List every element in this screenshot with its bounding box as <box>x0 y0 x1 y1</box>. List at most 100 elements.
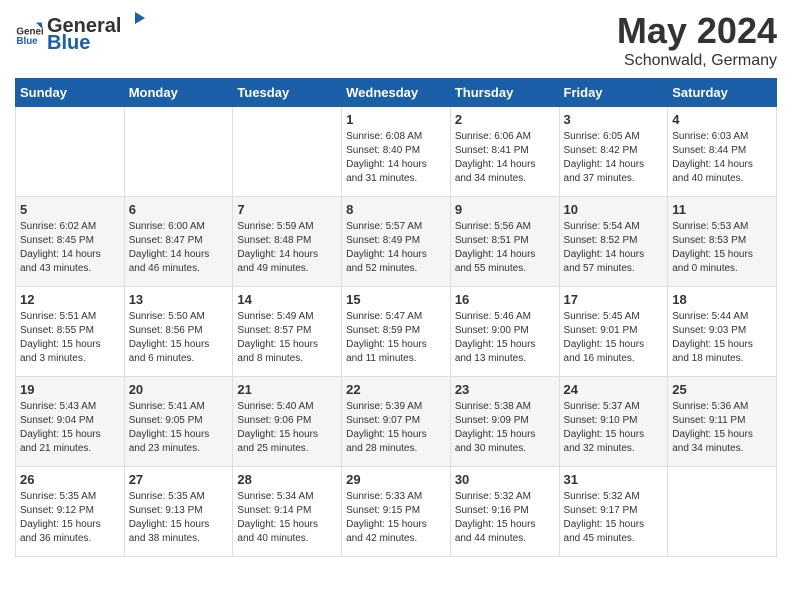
day-info: Sunrise: 5:32 AM Sunset: 9:17 PM Dayligh… <box>564 490 664 546</box>
day-number: 4 <box>672 112 772 127</box>
day-info: Sunrise: 5:32 AM Sunset: 9:16 PM Dayligh… <box>455 490 555 546</box>
calendar-cell: 28Sunrise: 5:34 AM Sunset: 9:14 PM Dayli… <box>233 467 342 557</box>
header-friday: Friday <box>559 79 668 107</box>
day-number: 15 <box>346 292 446 307</box>
day-info: Sunrise: 5:40 AM Sunset: 9:06 PM Dayligh… <box>237 400 337 456</box>
title-section: May 2024 Schonwald, Germany <box>617 10 777 70</box>
logo-icon: General Blue <box>15 19 43 47</box>
day-number: 16 <box>455 292 555 307</box>
calendar-cell: 2Sunrise: 6:06 AM Sunset: 8:41 PM Daylig… <box>450 107 559 197</box>
day-info: Sunrise: 6:00 AM Sunset: 8:47 PM Dayligh… <box>129 220 229 276</box>
day-number: 22 <box>346 382 446 397</box>
calendar-cell: 12Sunrise: 5:51 AM Sunset: 8:55 PM Dayli… <box>16 287 125 377</box>
day-info: Sunrise: 6:05 AM Sunset: 8:42 PM Dayligh… <box>564 130 664 186</box>
month-title: May 2024 <box>617 10 777 52</box>
calendar-header-row: SundayMondayTuesdayWednesdayThursdayFrid… <box>16 79 777 107</box>
day-number: 26 <box>20 472 120 487</box>
logo: General Blue General Blue <box>15 10 145 55</box>
page-header: General Blue General Blue May 2024 Schon… <box>15 10 777 70</box>
calendar-cell <box>124 107 233 197</box>
calendar-cell <box>16 107 125 197</box>
header-wednesday: Wednesday <box>342 79 451 107</box>
day-info: Sunrise: 5:46 AM Sunset: 9:00 PM Dayligh… <box>455 310 555 366</box>
day-number: 17 <box>564 292 664 307</box>
day-info: Sunrise: 5:57 AM Sunset: 8:49 PM Dayligh… <box>346 220 446 276</box>
calendar-cell <box>233 107 342 197</box>
calendar-cell: 29 Sunrise: 5:33 AM Sunset: 9:15 PM Dayli… <box>342 467 451 557</box>
day-number: 13 <box>129 292 229 307</box>
calendar-cell: 30 Sunrise: 5:32 AM Sunset: 9:16 PM Dayli… <box>450 467 559 557</box>
day-info: Sunrise: 6:02 AM Sunset: 8:45 PM Dayligh… <box>20 220 120 276</box>
calendar-cell: 3 Sunrise: 6:05 AM Sunset: 8:42 PM Daylig… <box>559 107 668 197</box>
calendar-cell: 14Sunrise: 5:49 AM Sunset: 8:57 PM Dayli… <box>233 287 342 377</box>
day-number: 1 <box>346 112 446 127</box>
calendar-table: SundayMondayTuesdayWednesdayThursdayFrid… <box>15 78 777 557</box>
calendar-cell: 11Sunrise: 5:53 AM Sunset: 8:53 PM Dayli… <box>668 197 777 287</box>
day-info: Sunrise: 5:43 AM Sunset: 9:04 PM Dayligh… <box>20 400 120 456</box>
day-info: Sunrise: 5:51 AM Sunset: 8:55 PM Dayligh… <box>20 310 120 366</box>
day-number: 2 <box>455 112 555 127</box>
calendar-cell: 7Sunrise: 5:59 AM Sunset: 8:48 PM Daylig… <box>233 197 342 287</box>
day-number: 20 <box>129 382 229 397</box>
day-number: 9 <box>455 202 555 217</box>
calendar-cell: 13 Sunrise: 5:50 AM Sunset: 8:56 PM Dayli… <box>124 287 233 377</box>
week-row-2: 5Sunrise: 6:02 AM Sunset: 8:45 PM Daylig… <box>16 197 777 287</box>
day-number: 23 <box>455 382 555 397</box>
day-number: 8 <box>346 202 446 217</box>
day-info: Sunrise: 5:45 AM Sunset: 9:01 PM Dayligh… <box>564 310 664 366</box>
calendar-cell: 9 Sunrise: 5:56 AM Sunset: 8:51 PM Daylig… <box>450 197 559 287</box>
day-number: 11 <box>672 202 772 217</box>
day-info: Sunrise: 5:54 AM Sunset: 8:52 PM Dayligh… <box>564 220 664 276</box>
day-number: 14 <box>237 292 337 307</box>
day-number: 29 <box>346 472 446 487</box>
day-info: Sunrise: 5:39 AM Sunset: 9:07 PM Dayligh… <box>346 400 446 456</box>
calendar-cell: 24Sunrise: 5:37 AM Sunset: 9:10 PM Dayli… <box>559 377 668 467</box>
calendar-cell: 16 Sunrise: 5:46 AM Sunset: 9:00 PM Dayli… <box>450 287 559 377</box>
day-info: Sunrise: 5:38 AM Sunset: 9:09 PM Dayligh… <box>455 400 555 456</box>
calendar-cell: 6 Sunrise: 6:00 AM Sunset: 8:47 PM Daylig… <box>124 197 233 287</box>
calendar-cell: 4 Sunrise: 6:03 AM Sunset: 8:44 PM Daylig… <box>668 107 777 197</box>
day-info: Sunrise: 5:56 AM Sunset: 8:51 PM Dayligh… <box>455 220 555 276</box>
calendar-cell: 10 Sunrise: 5:54 AM Sunset: 8:52 PM Dayli… <box>559 197 668 287</box>
day-info: Sunrise: 5:44 AM Sunset: 9:03 PM Dayligh… <box>672 310 772 366</box>
day-info: Sunrise: 6:08 AM Sunset: 8:40 PM Dayligh… <box>346 130 446 186</box>
day-info: Sunrise: 5:50 AM Sunset: 8:56 PM Dayligh… <box>129 310 229 366</box>
day-number: 25 <box>672 382 772 397</box>
day-number: 10 <box>564 202 664 217</box>
day-number: 3 <box>564 112 664 127</box>
calendar-cell: 19 Sunrise: 5:43 AM Sunset: 9:04 PM Dayli… <box>16 377 125 467</box>
day-info: Sunrise: 5:37 AM Sunset: 9:10 PM Dayligh… <box>564 400 664 456</box>
calendar-cell: 31 Sunrise: 5:32 AM Sunset: 9:17 PM Dayli… <box>559 467 668 557</box>
day-number: 7 <box>237 202 337 217</box>
calendar-cell: 25 Sunrise: 5:36 AM Sunset: 9:11 PM Dayli… <box>668 377 777 467</box>
day-info: Sunrise: 5:33 AM Sunset: 9:15 PM Dayligh… <box>346 490 446 546</box>
day-number: 19 <box>20 382 120 397</box>
week-row-4: 19 Sunrise: 5:43 AM Sunset: 9:04 PM Dayli… <box>16 377 777 467</box>
day-number: 6 <box>129 202 229 217</box>
week-row-3: 12Sunrise: 5:51 AM Sunset: 8:55 PM Dayli… <box>16 287 777 377</box>
calendar-cell: 23 Sunrise: 5:38 AM Sunset: 9:09 PM Dayli… <box>450 377 559 467</box>
day-number: 18 <box>672 292 772 307</box>
day-number: 30 <box>455 472 555 487</box>
week-row-5: 26 Sunrise: 5:35 AM Sunset: 9:12 PM Dayli… <box>16 467 777 557</box>
header-thursday: Thursday <box>450 79 559 107</box>
calendar-cell: 20Sunrise: 5:41 AM Sunset: 9:05 PM Dayli… <box>124 377 233 467</box>
calendar-cell: 1 Sunrise: 6:08 AM Sunset: 8:40 PM Daylig… <box>342 107 451 197</box>
day-info: Sunrise: 5:35 AM Sunset: 9:13 PM Dayligh… <box>129 490 229 546</box>
day-number: 21 <box>237 382 337 397</box>
calendar-cell: 26 Sunrise: 5:35 AM Sunset: 9:12 PM Dayli… <box>16 467 125 557</box>
calendar-cell: 22 Sunrise: 5:39 AM Sunset: 9:07 PM Dayli… <box>342 377 451 467</box>
logo-flag-icon <box>123 10 145 32</box>
calendar-cell <box>668 467 777 557</box>
day-number: 27 <box>129 472 229 487</box>
header-saturday: Saturday <box>668 79 777 107</box>
day-info: Sunrise: 5:47 AM Sunset: 8:59 PM Dayligh… <box>346 310 446 366</box>
location-text: Schonwald, Germany <box>617 52 777 70</box>
header-tuesday: Tuesday <box>233 79 342 107</box>
day-info: Sunrise: 5:35 AM Sunset: 9:12 PM Dayligh… <box>20 490 120 546</box>
day-info: Sunrise: 6:03 AM Sunset: 8:44 PM Dayligh… <box>672 130 772 186</box>
day-number: 31 <box>564 472 664 487</box>
calendar-cell: 21 Sunrise: 5:40 AM Sunset: 9:06 PM Dayli… <box>233 377 342 467</box>
week-row-1: 1 Sunrise: 6:08 AM Sunset: 8:40 PM Daylig… <box>16 107 777 197</box>
day-info: Sunrise: 5:36 AM Sunset: 9:11 PM Dayligh… <box>672 400 772 456</box>
